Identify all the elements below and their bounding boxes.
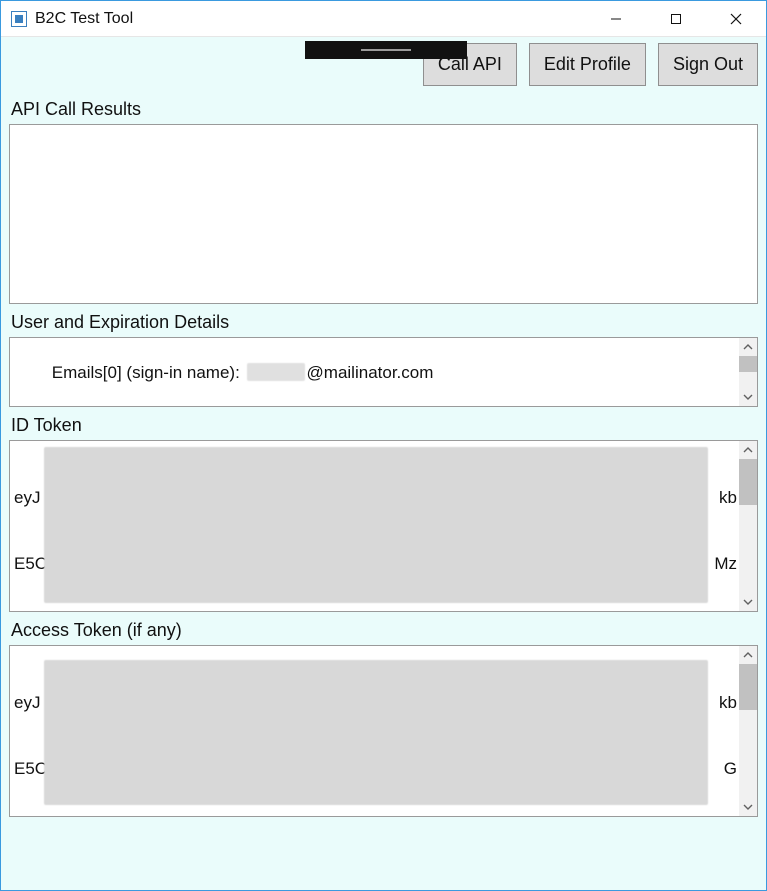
sign-out-button[interactable]: Sign Out [658, 43, 758, 86]
email-line-suffix: @mailinator.com [307, 363, 434, 382]
id-token-scrollbar[interactable] [739, 441, 757, 611]
scroll-up-icon[interactable] [739, 441, 757, 459]
access-token-redaction [44, 660, 708, 805]
access-token-textbox[interactable]: eyJkb E5CG 9ubiZ XhvN GMM WC5Z jMzlb [9, 645, 758, 817]
maximize-button[interactable] [646, 1, 706, 37]
scroll-up-icon[interactable] [739, 338, 757, 356]
id-token-textbox[interactable]: eyJkb E5CMz k4MY2 9tLIjJ hYjIWU 3NF90 aW… [9, 440, 758, 612]
drag-grip [305, 41, 467, 59]
scroll-down-icon[interactable] [739, 798, 757, 816]
app-window: B2C Test Tool Call API Edit Profile Sign… [0, 0, 767, 891]
id-token-redaction [44, 447, 708, 603]
email-redacted [247, 363, 305, 381]
close-button[interactable] [706, 1, 766, 37]
email-line-prefix: Emails[0] (sign-in name): [52, 363, 245, 382]
edit-profile-button[interactable]: Edit Profile [529, 43, 646, 86]
titlebar: B2C Test Tool [1, 1, 766, 37]
details-text: Emails[0] (sign-in name): @mailinator.co… [14, 340, 737, 404]
api-results-textbox[interactable] [9, 124, 758, 304]
details-textbox[interactable]: Emails[0] (sign-in name): @mailinator.co… [9, 337, 758, 407]
label-access-token: Access Token (if any) [11, 620, 758, 641]
content-area: API Call Results User and Expiration Det… [1, 99, 766, 817]
scroll-down-icon[interactable] [739, 593, 757, 611]
scroll-down-icon[interactable] [739, 388, 757, 406]
label-api-results: API Call Results [11, 99, 758, 120]
minimize-button[interactable] [586, 1, 646, 37]
details-scrollbar[interactable] [739, 338, 757, 406]
toolbar: Call API Edit Profile Sign Out [1, 37, 766, 91]
access-token-scrollbar[interactable] [739, 646, 757, 816]
app-title: B2C Test Tool [35, 10, 133, 28]
api-results-text [14, 127, 737, 301]
app-icon [11, 11, 27, 27]
scroll-up-icon[interactable] [739, 646, 757, 664]
label-user-details: User and Expiration Details [11, 312, 758, 333]
label-id-token: ID Token [11, 415, 758, 436]
